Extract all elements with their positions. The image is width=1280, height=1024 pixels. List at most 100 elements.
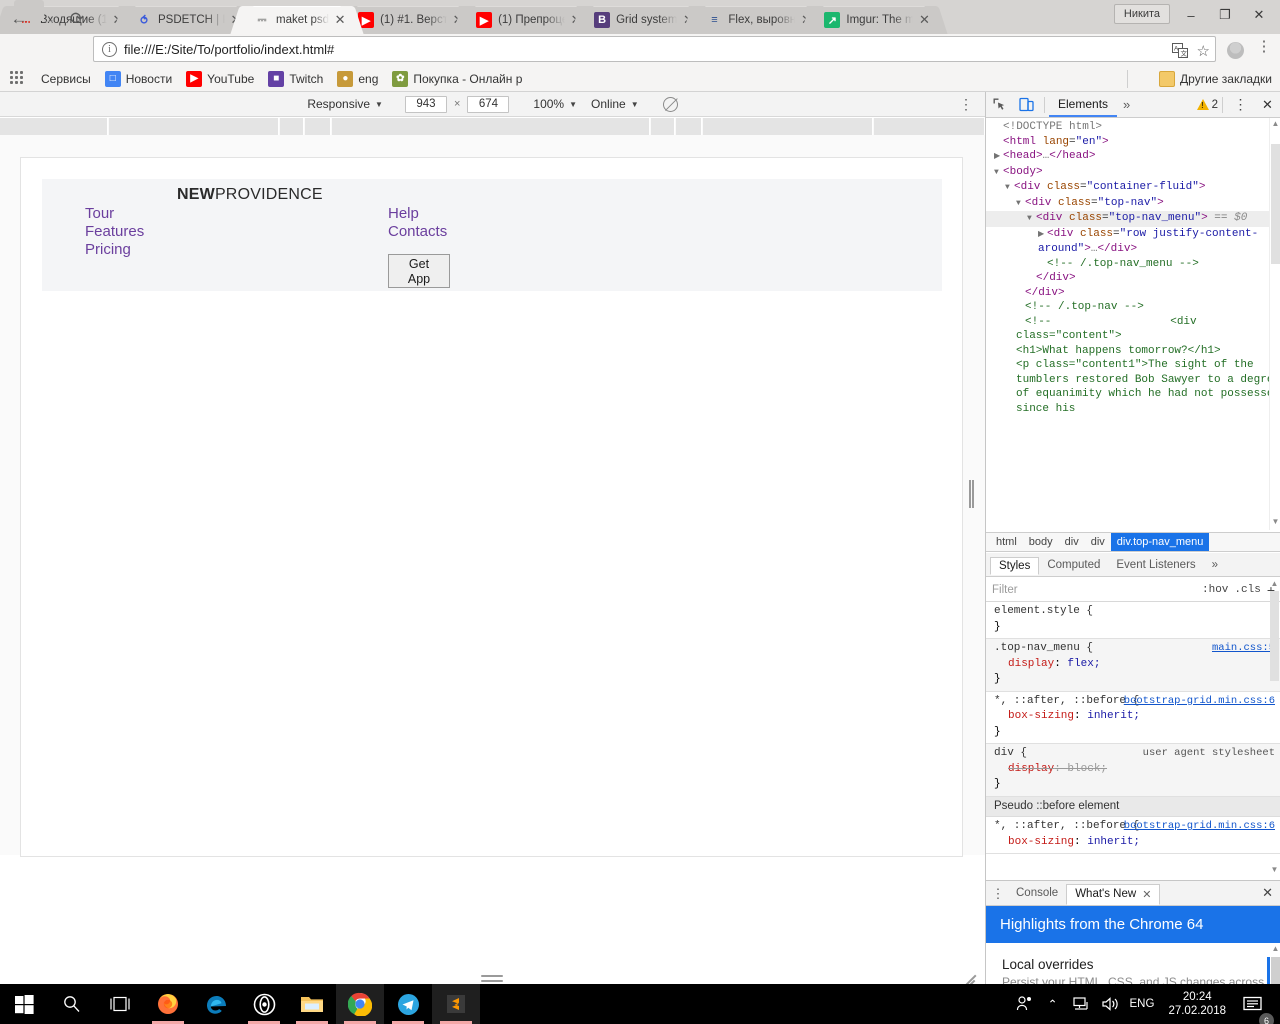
close-icon[interactable]: ✕	[916, 12, 932, 28]
telegram-icon[interactable]	[384, 984, 432, 1024]
css-rule-source[interactable]: bootstrap-grid.min.css:6	[1124, 694, 1275, 710]
chrome-menu-button[interactable]: ⋮	[1256, 39, 1272, 54]
css-selector[interactable]: element.style {	[994, 604, 1275, 620]
page-info-icon[interactable]: i	[102, 42, 117, 57]
css-property[interactable]: box-sizing	[994, 710, 1074, 722]
styles-rules-list[interactable]: element.style {}main.css:5.top-nav_menu …	[986, 602, 1280, 880]
styles-tab[interactable]: Styles	[990, 557, 1039, 575]
tray-expand-chevron-icon[interactable]: ⌃	[1040, 984, 1066, 1024]
tab-whats-new[interactable]: What's New ✕	[1066, 884, 1160, 905]
css-declaration[interactable]: box-sizing: inherit;	[994, 709, 1275, 725]
breadcrumb-item[interactable]: html	[990, 533, 1023, 551]
hov-toggle-button[interactable]: :hov	[1202, 584, 1228, 596]
dom-tree[interactable]: <!DOCTYPE html><html lang="en">▶<head>…<…	[986, 118, 1280, 530]
styles-filter-input[interactable]: Filter	[992, 584, 1196, 596]
language-indicator[interactable]: ENG	[1130, 998, 1155, 1010]
expand-arrow-icon[interactable]: ▶	[994, 150, 1003, 165]
window-minimize-button[interactable]: –	[1174, 2, 1208, 28]
tab-console[interactable]: Console	[1008, 884, 1066, 902]
css-declaration[interactable]: box-sizing: inherit;	[994, 835, 1275, 851]
window-restore-button[interactable]: ❐	[1208, 2, 1242, 28]
taskbar-clock[interactable]: 20:24 27.02.2018	[1168, 990, 1226, 1018]
nav-link[interactable]: Contacts	[388, 223, 447, 241]
bookmark-item[interactable]: Сервисы	[34, 68, 98, 90]
window-close-button[interactable]: ✕	[1242, 2, 1276, 28]
dom-node-line[interactable]: <html lang="en">	[986, 135, 1280, 150]
css-rule[interactable]: bootstrap-grid.min.css:6*, ::after, ::be…	[986, 817, 1280, 854]
css-rule[interactable]: user agent stylesheetdiv {display: block…	[986, 744, 1280, 797]
css-value[interactable]: block;	[1067, 763, 1107, 775]
styles-more-tabs-button[interactable]: »	[1204, 557, 1226, 573]
bookmark-star-icon[interactable]: ☆	[1197, 42, 1210, 60]
nav-link[interactable]: Tour	[85, 205, 144, 223]
css-value[interactable]: inherit;	[1087, 710, 1140, 722]
dom-tree-scrollbar[interactable]: ▲ ▼	[1269, 118, 1280, 530]
devtools-splitter[interactable]	[969, 480, 975, 508]
dom-node-line[interactable]: ▶<head>…</head>	[986, 149, 1280, 165]
drawer-close-button[interactable]: ✕	[1262, 885, 1273, 901]
scroll-up-arrow[interactable]: ▲	[1270, 578, 1279, 590]
address-bar[interactable]: i file:///E:/Site/To/portfolio/indext.ht…	[93, 36, 1216, 62]
browser-tab[interactable]: ↗Imgur: The m✕	[812, 6, 936, 34]
people-icon[interactable]	[1010, 984, 1040, 1024]
css-value[interactable]: flex;	[1067, 658, 1100, 670]
volume-icon[interactable]	[1096, 984, 1126, 1024]
dom-node-line[interactable]: </div>	[986, 286, 1280, 301]
close-icon[interactable]: ✕	[332, 12, 348, 28]
scroll-up-arrow[interactable]: ▲	[1271, 943, 1280, 955]
dom-node-line[interactable]: ▼<body>	[986, 165, 1280, 181]
network-icon[interactable]	[1066, 984, 1096, 1024]
translate-icon[interactable]: A 文	[1172, 43, 1189, 59]
viewport-resize-corner[interactable]	[963, 971, 977, 985]
tab-elements[interactable]: Elements	[1049, 92, 1117, 117]
css-rule-source[interactable]: user agent stylesheet	[1143, 746, 1275, 762]
css-rule[interactable]: element.style {}	[986, 602, 1280, 639]
css-property[interactable]: display	[994, 763, 1054, 775]
browser-tab[interactable]: ⥀PSDETCH | PS✕	[124, 6, 248, 34]
css-declaration[interactable]: display: flex;	[994, 657, 1275, 673]
collapse-arrow-icon[interactable]: ▼	[1016, 197, 1025, 212]
css-property[interactable]: box-sizing	[994, 836, 1074, 848]
dom-node-line[interactable]: <!-- /.top-nav_menu -->	[986, 257, 1280, 272]
css-value[interactable]: inherit;	[1087, 836, 1140, 848]
search-icon[interactable]	[48, 984, 96, 1024]
devtools-menu-button[interactable]: ⋮	[1227, 92, 1254, 118]
css-property[interactable]: display	[994, 658, 1054, 670]
bookmark-item[interactable]: ✿Покупка - Онлайн р	[385, 68, 529, 90]
zoom-dropdown[interactable]: 100% ▼	[533, 97, 577, 111]
styles-tab[interactable]: Computed	[1039, 557, 1108, 573]
collapse-arrow-icon[interactable]: ▼	[1005, 181, 1014, 196]
drawer-menu-button[interactable]: ⋮	[988, 887, 1008, 900]
browser-tab[interactable]: ▶(1) #1. Верстк✕	[346, 6, 470, 34]
page-viewport[interactable]: NEWPROVIDENCE TourFeaturesPricing HelpCo…	[20, 157, 963, 857]
dom-node-line[interactable]: ⋯▼<div class="top-nav_menu"> == $0	[986, 211, 1280, 227]
back-button[interactable]: ←	[8, 8, 30, 30]
bookmark-item[interactable]: ▶YouTube	[179, 68, 261, 90]
css-rule[interactable]: bootstrap-grid.min.css:6*, ::after, ::be…	[986, 692, 1280, 745]
scroll-up-arrow[interactable]: ▲	[1271, 118, 1280, 130]
close-icon[interactable]: ✕	[1142, 888, 1151, 901]
bookmark-item[interactable]: ■Twitch	[261, 68, 330, 90]
edge-icon[interactable]	[192, 984, 240, 1024]
viewport-height-input[interactable]: 674	[467, 96, 509, 113]
reload-button[interactable]: ⟳	[66, 8, 88, 30]
scroll-down-arrow[interactable]: ▼	[1270, 864, 1279, 876]
collapse-arrow-icon[interactable]: ▼	[994, 166, 1003, 181]
dom-node-line[interactable]: ▶<div class="row justify-content-around"…	[986, 227, 1280, 257]
windows-start-icon[interactable]	[0, 984, 48, 1024]
breadcrumb-item[interactable]: div	[1085, 533, 1111, 551]
sublime-text-icon[interactable]	[432, 984, 480, 1024]
profile-avatar[interactable]	[1227, 42, 1244, 59]
chrome-icon[interactable]	[336, 984, 384, 1024]
cls-toggle-button[interactable]: .cls	[1234, 584, 1260, 596]
browser-tab[interactable]: ⎓maket psd✕	[242, 6, 352, 34]
nav-link[interactable]: Features	[85, 223, 144, 241]
scrollbar-thumb[interactable]	[1271, 144, 1280, 264]
action-center-icon[interactable]: 6	[1236, 984, 1270, 1024]
other-bookmarks-button[interactable]: Другие закладки	[1159, 71, 1272, 87]
browser-tab[interactable]: ▶(1) Препроце✕	[464, 6, 588, 34]
bookmark-item[interactable]: □Новости	[98, 68, 179, 90]
nav-link[interactable]: Help	[388, 205, 447, 223]
device-toolbar-menu-button[interactable]: ⋮	[959, 97, 973, 111]
device-toolbar-icon[interactable]	[1013, 92, 1040, 118]
